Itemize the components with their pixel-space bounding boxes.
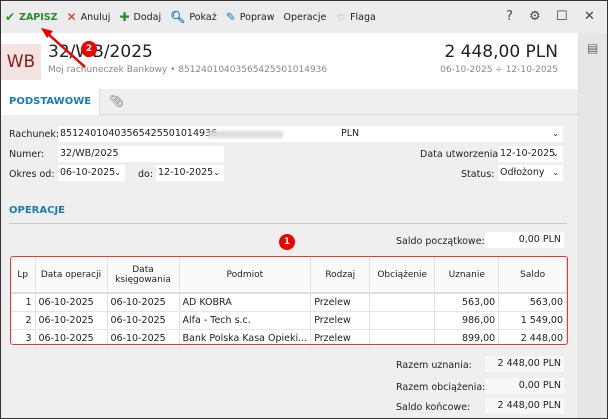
annotation-arrow [41, 28, 86, 68]
bank-statement-window: ✔ ZAPISZ ✕ Anuluj ✚ Dodaj 🔍︎ Pokaż ✎ Popraw O… [0, 0, 608, 419]
annotation-badge-1: 1 [279, 234, 295, 250]
annotation-badge-2: 2 [81, 41, 97, 57]
